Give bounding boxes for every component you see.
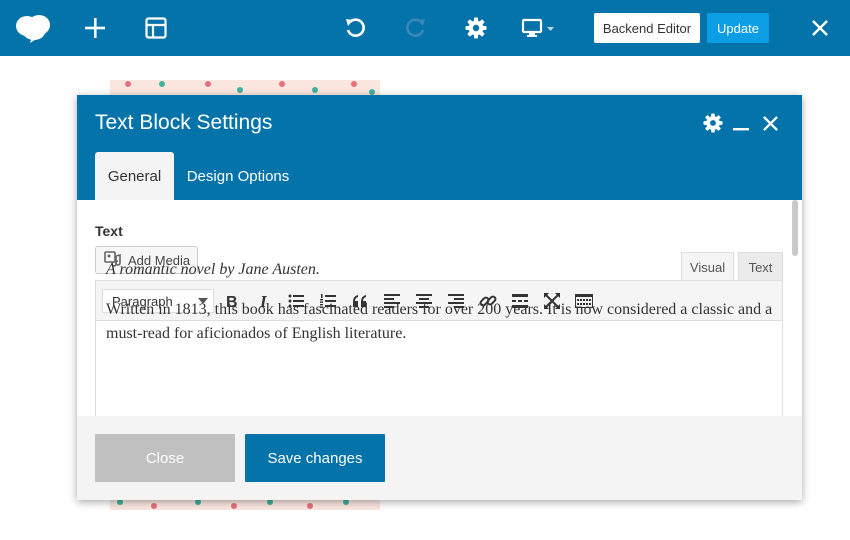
logo-cloud-icon[interactable] — [12, 0, 54, 56]
update-button[interactable]: Update — [707, 13, 769, 43]
modal-settings-icon[interactable] — [701, 111, 725, 135]
save-changes-button[interactable]: Save changes — [245, 434, 385, 482]
backend-editor-button[interactable]: Backend Editor — [594, 13, 700, 43]
redo-icon[interactable] — [402, 0, 430, 56]
settings-icon[interactable] — [462, 0, 490, 56]
tab-general[interactable]: General — [95, 152, 174, 200]
content-paragraph-2: Written in 1813, this book has fascinate… — [106, 301, 773, 342]
templates-icon[interactable] — [141, 0, 171, 56]
editor-topbar: Backend Editor Update — [0, 0, 850, 56]
modal-scrollbar[interactable] — [792, 200, 798, 256]
modal-header: Text Block Settings General Design Optio… — [77, 95, 802, 200]
text-field-label: Text — [95, 223, 123, 239]
tab-design-options[interactable]: Design Options — [177, 152, 299, 200]
minimize-icon[interactable] — [729, 111, 753, 135]
content-paragraph-1: A romantic novel by Jane Austen. — [106, 261, 320, 278]
modal-title: Text Block Settings — [95, 111, 273, 134]
modal-footer: Close Save changes — [77, 416, 802, 500]
editor-content[interactable]: A romantic novel by Jane Austen. Written… — [106, 258, 774, 362]
responsive-preview-icon[interactable] — [520, 0, 558, 56]
undo-icon[interactable] — [341, 0, 369, 56]
text-block-settings-modal: Text Block Settings General Design Optio… — [77, 95, 802, 500]
add-element-icon[interactable] — [80, 0, 110, 56]
close-button[interactable]: Close — [95, 434, 235, 482]
modal-body: Text Add Media Visual Text Paragraph B I… — [77, 200, 802, 416]
modal-close-icon[interactable] — [758, 111, 782, 135]
close-icon[interactable] — [806, 0, 834, 56]
